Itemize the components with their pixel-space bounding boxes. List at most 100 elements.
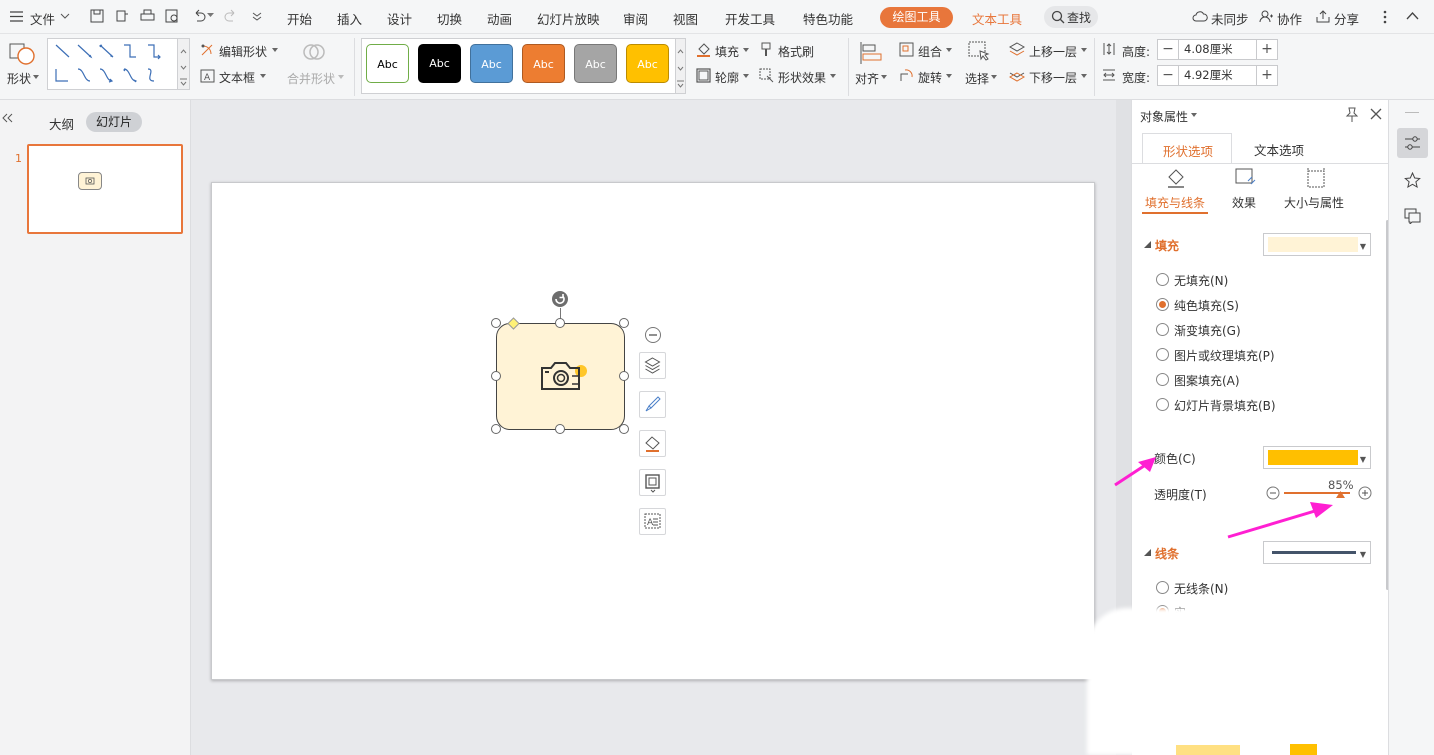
export-pdf-icon[interactable] xyxy=(115,9,129,23)
fill-dropdown-icon[interactable] xyxy=(743,48,749,52)
file-menu[interactable]: 文件 xyxy=(30,9,55,28)
bring-forward-button[interactable]: 上移一层 xyxy=(1029,43,1077,60)
radio-fill-option[interactable] xyxy=(1156,348,1169,361)
resize-handle-bottom-right[interactable] xyxy=(619,424,629,434)
format-painter-button[interactable]: 格式刷 xyxy=(778,43,814,60)
float-text-wrap-button[interactable]: A xyxy=(639,508,666,535)
collaborate-icon[interactable] xyxy=(1259,10,1273,23)
group-button[interactable]: 组合 xyxy=(918,43,942,60)
send-backward-icon[interactable] xyxy=(1009,68,1025,82)
text-box-icon[interactable]: A xyxy=(200,69,215,83)
fill-section-collapse-icon[interactable] xyxy=(1144,241,1151,248)
send-backward-button[interactable]: 下移一层 xyxy=(1029,69,1077,86)
style-white-green[interactable]: Abc xyxy=(366,44,409,83)
style-orange[interactable]: Abc xyxy=(522,44,565,83)
rotate-icon[interactable] xyxy=(899,68,914,83)
redo-icon[interactable] xyxy=(224,9,238,23)
bring-forward-dropdown-icon[interactable] xyxy=(1081,48,1087,52)
tab-design[interactable]: 设计 xyxy=(387,9,412,28)
height-input[interactable]: 4.08厘米 xyxy=(1178,39,1264,60)
hamburger-menu-icon[interactable] xyxy=(10,11,23,22)
radio-fill-option[interactable] xyxy=(1156,273,1169,286)
tab-shape-options[interactable]: 形状选项 xyxy=(1142,133,1232,163)
subtab-fill-line[interactable]: 填充与线条 xyxy=(1145,194,1205,211)
tab-text-options[interactable]: 文本选项 xyxy=(1254,140,1304,159)
radio-fill-option[interactable] xyxy=(1156,298,1169,311)
resize-handle-right[interactable] xyxy=(619,371,629,381)
style-gold[interactable]: Abc xyxy=(626,44,669,83)
style-black[interactable]: Abc xyxy=(418,44,461,83)
rotate-handle-icon[interactable] xyxy=(550,289,570,309)
rotate-button[interactable]: 旋转 xyxy=(918,69,942,86)
resize-handle-bottom-left[interactable] xyxy=(491,424,501,434)
tab-insert[interactable]: 插入 xyxy=(337,9,362,28)
edit-shape-icon[interactable] xyxy=(200,43,215,57)
property-settings-button[interactable] xyxy=(1397,128,1428,158)
tab-slideshow[interactable]: 幻灯片放映 xyxy=(537,9,600,28)
cloud-sync-icon[interactable] xyxy=(1192,10,1208,23)
shape-effect-icon[interactable] xyxy=(759,68,774,83)
share-icon[interactable] xyxy=(1316,10,1330,23)
outline-icon[interactable] xyxy=(696,68,711,83)
radio-fill-option[interactable] xyxy=(1156,323,1169,336)
shape-icon[interactable] xyxy=(9,42,37,66)
group-dropdown-icon[interactable] xyxy=(946,48,952,52)
select-dropdown-icon[interactable] xyxy=(991,75,997,79)
more-options-icon[interactable] xyxy=(1383,10,1387,24)
send-backward-dropdown-icon[interactable] xyxy=(1081,74,1087,78)
search-box[interactable]: 查找 xyxy=(1044,6,1098,28)
tab-special-features[interactable]: 特色功能 xyxy=(803,9,853,28)
undo-icon[interactable] xyxy=(192,9,206,23)
edit-shape-dropdown-icon[interactable] xyxy=(272,48,278,52)
tab-start[interactable]: 开始 xyxy=(287,9,312,28)
tab-developer[interactable]: 开发工具 xyxy=(725,9,775,28)
resize-handle-top-left[interactable] xyxy=(491,318,501,328)
select-button[interactable]: 选择 xyxy=(965,70,989,87)
save-icon[interactable] xyxy=(90,9,104,23)
height-decrease-button[interactable]: − xyxy=(1157,39,1179,60)
tab-outline[interactable]: 大纲 xyxy=(49,114,74,133)
fill-button[interactable]: 填充 xyxy=(715,43,739,60)
comment-icon[interactable] xyxy=(1404,208,1421,224)
tab-drawing-tools[interactable]: 绘图工具 xyxy=(880,7,953,28)
close-icon[interactable] xyxy=(1370,108,1382,120)
fill-line-icon[interactable] xyxy=(1165,167,1187,189)
print-preview-icon[interactable] xyxy=(165,9,180,23)
collaborate-button[interactable]: 协作 xyxy=(1277,9,1302,28)
quick-access-more-icon[interactable] xyxy=(252,12,262,21)
resize-handle-left[interactable] xyxy=(491,371,501,381)
edit-shape-button[interactable]: 编辑形状 xyxy=(219,43,267,60)
float-layers-button[interactable] xyxy=(639,352,666,379)
print-icon[interactable] xyxy=(140,9,155,23)
effect-icon[interactable] xyxy=(1234,167,1256,189)
format-painter-icon[interactable] xyxy=(759,42,773,57)
undo-dropdown-icon[interactable] xyxy=(207,13,214,18)
collapse-panel-icon[interactable] xyxy=(1,113,13,123)
float-outline-button[interactable] xyxy=(639,469,666,496)
outline-button[interactable]: 轮廓 xyxy=(715,69,739,86)
resize-handle-bottom[interactable] xyxy=(555,424,565,434)
sync-status[interactable]: 未同步 xyxy=(1211,9,1249,28)
share-button[interactable]: 分享 xyxy=(1334,9,1359,28)
resize-handle-top[interactable] xyxy=(555,318,565,328)
align-dropdown-icon[interactable] xyxy=(881,75,887,79)
bring-forward-icon[interactable] xyxy=(1009,42,1025,56)
shape-gallery-scroll[interactable] xyxy=(178,38,190,90)
width-input[interactable]: 4.92厘米 xyxy=(1178,65,1264,86)
line-section-collapse-icon[interactable] xyxy=(1144,549,1151,556)
height-increase-button[interactable]: + xyxy=(1256,39,1278,60)
tab-animation[interactable]: 动画 xyxy=(487,9,512,28)
outline-dropdown-icon[interactable] xyxy=(743,74,749,78)
style-gallery-scroll[interactable] xyxy=(676,38,686,94)
panel-title-dropdown-icon[interactable] xyxy=(1191,113,1197,117)
file-chevron-down-icon[interactable] xyxy=(60,12,70,20)
radio-fill-option[interactable] xyxy=(1156,373,1169,386)
style-blue[interactable]: Abc xyxy=(470,44,513,83)
shape-effect-button[interactable]: 形状效果 xyxy=(778,69,826,86)
tab-transition[interactable]: 切换 xyxy=(437,9,462,28)
corner-radius-handle-icon[interactable] xyxy=(507,317,520,330)
shape-gallery[interactable] xyxy=(47,38,178,90)
slide-thumbnail[interactable] xyxy=(27,144,183,234)
collapse-ribbon-icon[interactable] xyxy=(1406,11,1419,20)
group-icon[interactable] xyxy=(899,42,914,57)
